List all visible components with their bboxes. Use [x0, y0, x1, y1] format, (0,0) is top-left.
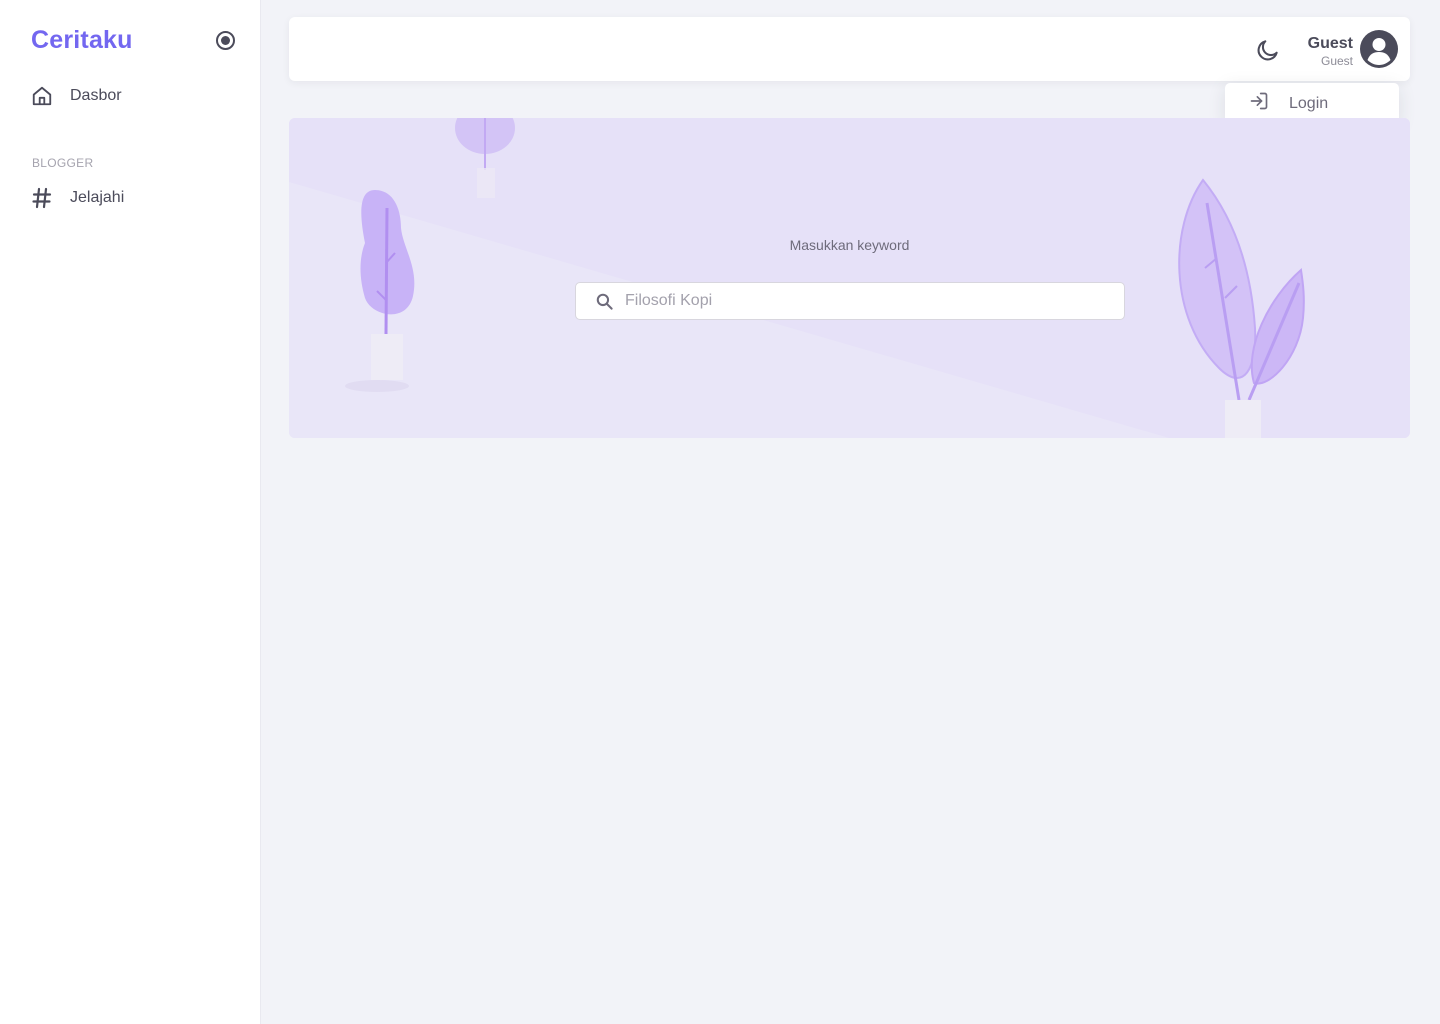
user-circle-icon[interactable]: [1360, 30, 1398, 68]
sidebar-collapse-toggle[interactable]: [216, 31, 235, 50]
login-label: Login: [1289, 94, 1329, 112]
search-box: [575, 282, 1125, 320]
search-icon: [595, 291, 615, 311]
hero-illustration: [289, 118, 1410, 438]
radio-circle-icon: [221, 36, 230, 45]
brand-logo[interactable]: Ceritaku: [31, 26, 133, 55]
sidebar-item-dasbor[interactable]: Dasbor: [31, 82, 241, 110]
search-title: Masukkan keyword: [789, 237, 910, 253]
hash-icon: [31, 187, 53, 209]
top-navbar: Guest Guest: [289, 17, 1410, 81]
moon-icon[interactable]: [1255, 37, 1281, 63]
sidebar: Ceritaku Dasbor BLOGGER Jelajahi: [0, 0, 261, 1024]
user-role: Guest: [1320, 54, 1353, 68]
sidebar-section-title: BLOGGER: [32, 156, 94, 170]
user-name: Guest: [1307, 35, 1353, 52]
search-hero: Masukkan keyword: [289, 118, 1410, 438]
sidebar-item-label: Dasbor: [70, 87, 122, 104]
home-icon: [31, 85, 53, 107]
user-menu-toggle[interactable]: Guest Guest: [1308, 34, 1353, 68]
sidebar-item-label: Jelajahi: [70, 189, 125, 206]
search-input[interactable]: [625, 292, 1105, 310]
sidebar-item-jelajahi[interactable]: Jelajahi: [31, 184, 241, 212]
login-icon: [1249, 91, 1269, 116]
